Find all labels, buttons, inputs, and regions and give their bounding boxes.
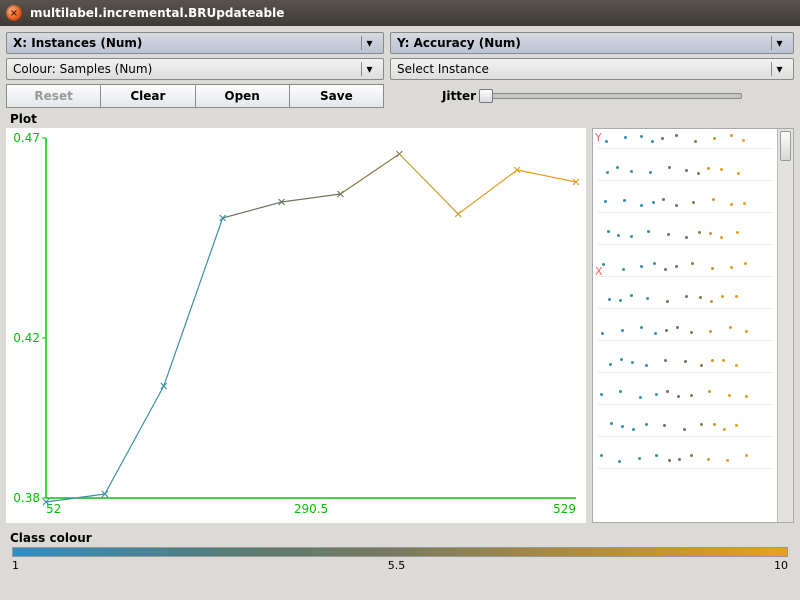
- colour-mid: 5.5: [388, 559, 406, 572]
- mini-row: [597, 229, 773, 245]
- window-title: multilabel.incremental.BRUpdateable: [30, 6, 284, 20]
- mini-row: [597, 197, 773, 213]
- mini-row: [597, 133, 773, 149]
- jitter-slider[interactable]: [482, 93, 742, 99]
- scrollbar[interactable]: [777, 129, 793, 522]
- slider-thumb-icon[interactable]: [479, 89, 493, 103]
- reset-button[interactable]: Reset: [6, 84, 101, 108]
- x-axis-dropdown[interactable]: X: Instances (Num) ▾: [6, 32, 384, 54]
- svg-text:0.47: 0.47: [13, 131, 40, 145]
- window-titlebar: × multilabel.incremental.BRUpdateable: [0, 0, 800, 26]
- chevron-down-icon: ▾: [361, 62, 377, 76]
- jitter-label: Jitter: [442, 89, 476, 103]
- close-icon[interactable]: ×: [6, 5, 22, 21]
- select-instance-dropdown[interactable]: Select Instance ▾: [390, 58, 794, 80]
- chevron-down-icon: ▾: [771, 36, 787, 50]
- colour-max: 10: [774, 559, 788, 572]
- chevron-down-icon: ▾: [771, 62, 787, 76]
- svg-text:529: 529: [553, 502, 576, 516]
- select-instance-label: Select Instance: [397, 62, 489, 76]
- mini-row: [597, 421, 773, 437]
- mini-row: [597, 325, 773, 341]
- plot-section-label: Plot: [10, 112, 794, 126]
- mini-row: [597, 453, 773, 469]
- x-axis-label: X: Instances (Num): [13, 36, 142, 50]
- colour-dropdown[interactable]: Colour: Samples (Num) ▾: [6, 58, 384, 80]
- mini-row: [597, 165, 773, 181]
- open-button[interactable]: Open: [195, 84, 290, 108]
- save-button[interactable]: Save: [289, 84, 384, 108]
- mini-row: [597, 357, 773, 373]
- mini-row: [597, 261, 773, 277]
- svg-text:0.42: 0.42: [13, 331, 40, 345]
- colour-min: 1: [12, 559, 19, 572]
- chevron-down-icon: ▾: [361, 36, 377, 50]
- mini-row: [597, 293, 773, 309]
- y-axis-label: Y: Accuracy (Num): [397, 36, 521, 50]
- y-axis-dropdown[interactable]: Y: Accuracy (Num) ▾: [390, 32, 794, 54]
- colour-label: Colour: Samples (Num): [13, 62, 152, 76]
- class-colour-label: Class colour: [10, 531, 794, 545]
- main-plot[interactable]: 0.380.420.4752290.5529: [6, 128, 586, 523]
- svg-text:0.38: 0.38: [13, 491, 40, 505]
- svg-text:290.5: 290.5: [294, 502, 328, 516]
- attribute-panel: Y X: [592, 128, 794, 523]
- mini-row: [597, 389, 773, 405]
- scroll-thumb-icon[interactable]: [780, 131, 791, 161]
- clear-button[interactable]: Clear: [100, 84, 195, 108]
- colour-ticks: 1 5.5 10: [6, 559, 794, 572]
- colour-gradient-bar: [12, 547, 788, 557]
